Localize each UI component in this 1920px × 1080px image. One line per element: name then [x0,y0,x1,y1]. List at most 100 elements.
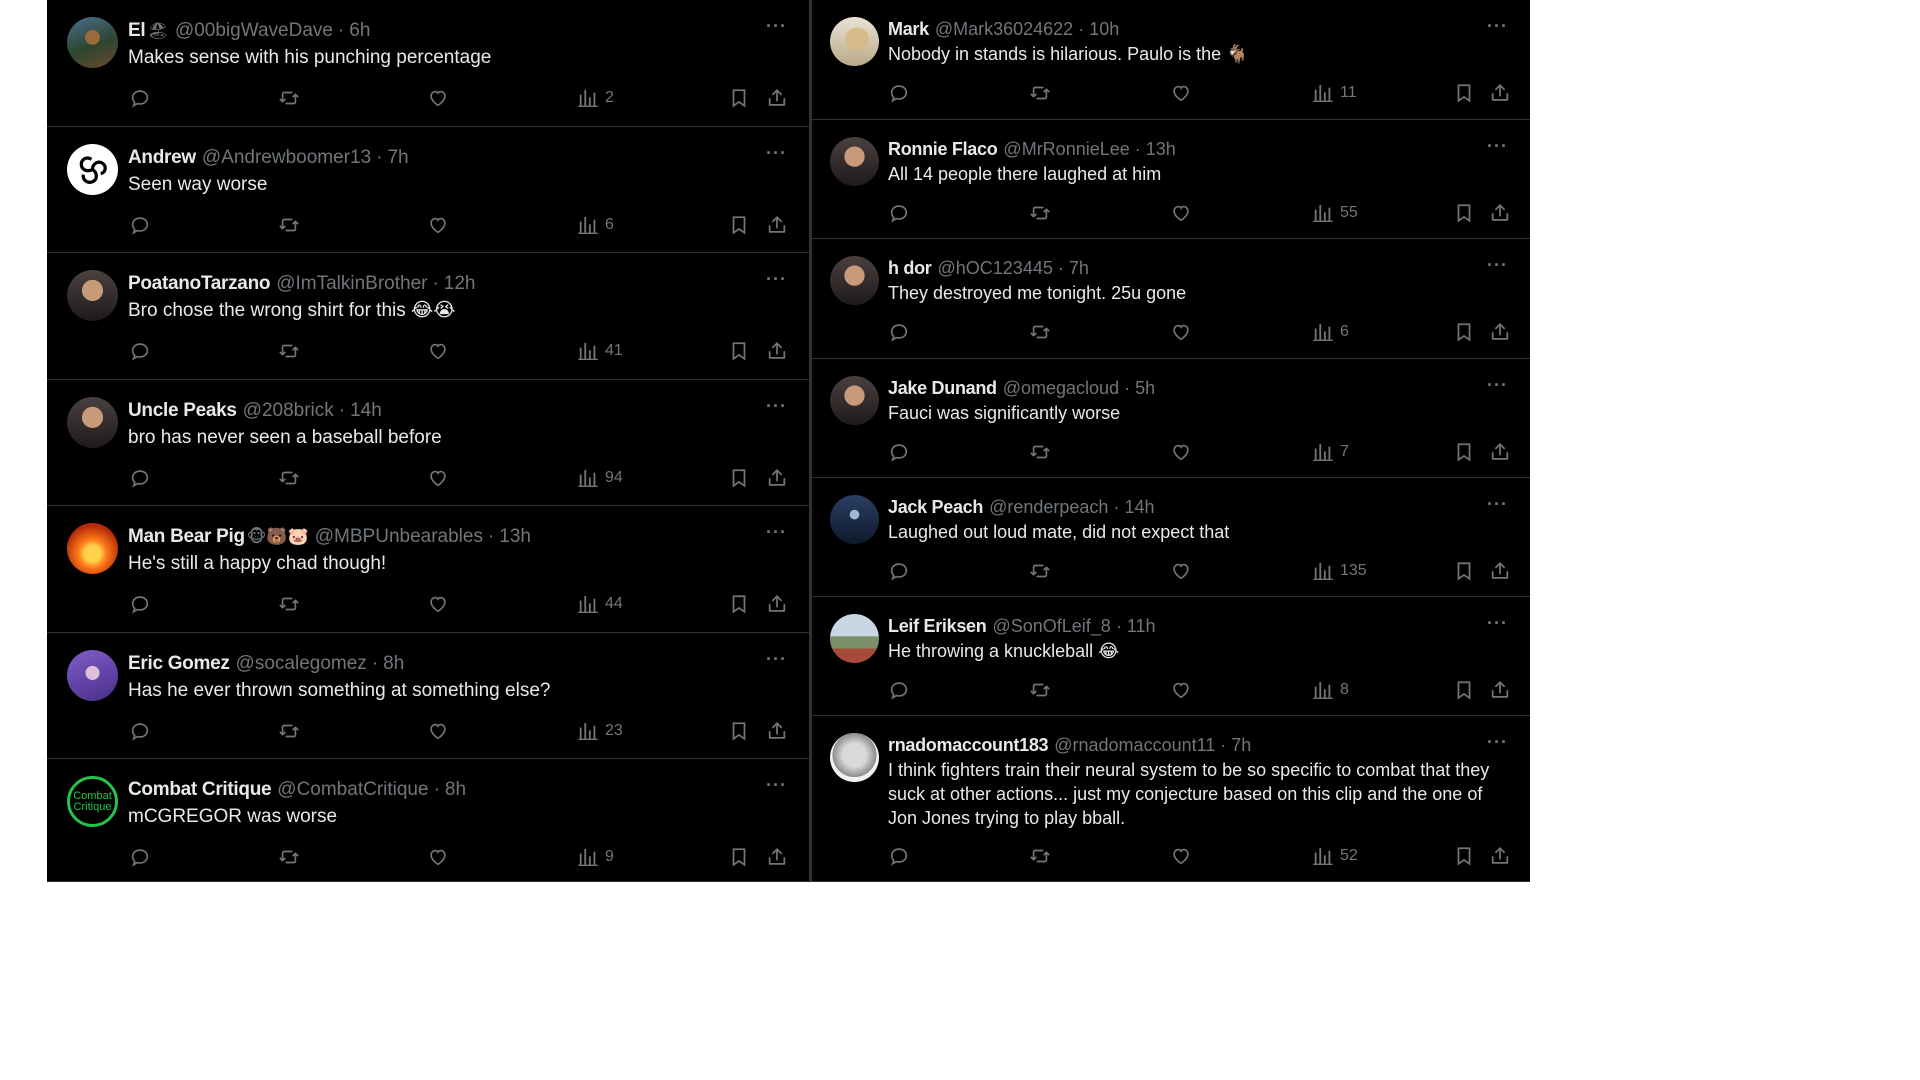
post-time[interactable]: 7h [1231,735,1251,755]
post-time[interactable]: 8h [445,779,466,800]
avatar[interactable] [67,144,118,195]
display-name[interactable]: Uncle Peaks [128,400,237,421]
retweet-icon[interactable] [1027,843,1053,869]
retweet-icon[interactable] [276,844,302,870]
bookmark-icon[interactable] [726,85,752,111]
reply-icon[interactable] [127,85,153,111]
views-icon[interactable] [575,718,601,744]
share-icon[interactable] [764,85,790,111]
views-icon[interactable] [575,465,601,491]
post-time[interactable]: 14h [1124,497,1154,517]
reply-icon[interactable] [886,439,912,465]
share-icon[interactable] [1487,439,1513,465]
bookmark-icon[interactable] [726,465,752,491]
reply-post[interactable]: Andrew @Andrewboomer13 · 7h ··· Seen way wors… [47,127,809,253]
share-icon[interactable] [764,591,790,617]
retweet-icon[interactable] [276,718,302,744]
more-icon[interactable]: ··· [766,143,787,164]
post-time[interactable]: 6h [349,20,370,41]
bookmark-icon[interactable] [1451,319,1477,345]
share-icon[interactable] [1487,319,1513,345]
views-icon[interactable] [1310,439,1336,465]
retweet-icon[interactable] [276,591,302,617]
views-icon[interactable] [1310,80,1336,106]
avatar[interactable] [67,397,118,448]
reply-icon[interactable] [127,844,153,870]
post-time[interactable]: 11h [1127,616,1156,636]
bookmark-icon[interactable] [726,212,752,238]
reply-post[interactable]: PoatanoTarzano @ImTalkinBrother · 12h ··· Bro… [47,253,809,380]
views-icon[interactable] [1310,843,1336,869]
views-icon[interactable] [1310,200,1336,226]
display-name[interactable]: Mark [888,19,929,39]
bookmark-icon[interactable] [726,718,752,744]
views-icon[interactable] [1310,677,1336,703]
reply-post[interactable]: rnadomaccount183 @rnadomaccount11 · 7h ··· I … [812,716,1530,882]
display-name[interactable]: h dor [888,258,932,278]
more-icon[interactable]: ··· [766,522,787,543]
user-handle[interactable]: @ImTalkinBrother [276,273,427,294]
more-icon[interactable]: ··· [1487,255,1508,276]
reply-post[interactable]: El 🏖 @00bigWaveDave · 6h ··· Makes sense with … [47,0,809,127]
display-name[interactable]: Man Bear Pig [128,526,245,547]
more-icon[interactable]: ··· [1487,732,1508,753]
reply-icon[interactable] [886,80,912,106]
display-name[interactable]: Jake Dunand [888,378,997,398]
post-time[interactable]: 8h [383,653,404,674]
bookmark-icon[interactable] [726,844,752,870]
reply-icon[interactable] [886,677,912,703]
reply-post[interactable]: Leif Eriksen @SonOfLeif_8 · 11h ··· He throwi… [812,597,1530,716]
user-handle[interactable]: @SonOfLeif_8 [992,616,1110,636]
display-name[interactable]: Jack Peach [888,497,983,517]
like-icon[interactable] [425,85,451,111]
bookmark-icon[interactable] [1451,843,1477,869]
more-icon[interactable]: ··· [766,16,787,37]
user-handle[interactable]: @hOC123445 [938,258,1053,278]
more-icon[interactable]: ··· [1487,613,1508,634]
avatar[interactable] [830,733,879,782]
avatar[interactable] [67,523,118,574]
like-icon[interactable] [1168,843,1194,869]
avatar[interactable] [830,256,879,305]
display-name[interactable]: rnadomaccount183 [888,735,1049,755]
like-icon[interactable] [1168,439,1194,465]
retweet-icon[interactable] [276,85,302,111]
like-icon[interactable] [1168,677,1194,703]
post-time[interactable]: 7h [387,147,408,168]
user-handle[interactable]: @00bigWaveDave [175,20,333,41]
reply-icon[interactable] [127,212,153,238]
retweet-icon[interactable] [1027,200,1053,226]
share-icon[interactable] [1487,200,1513,226]
bookmark-icon[interactable] [1451,439,1477,465]
user-handle[interactable]: @omegacloud [1003,378,1119,398]
views-icon[interactable] [575,844,601,870]
more-icon[interactable]: ··· [1487,375,1508,396]
reply-icon[interactable] [886,558,912,584]
more-icon[interactable]: ··· [1487,16,1508,37]
post-time[interactable]: 7h [1069,258,1089,278]
like-icon[interactable] [1168,558,1194,584]
avatar[interactable] [830,137,879,186]
more-icon[interactable]: ··· [766,269,787,290]
views-icon[interactable] [1310,319,1336,345]
reply-post[interactable]: Combat Critique Combat Critique @CombatCri… [47,759,809,882]
user-handle[interactable]: @socalegomez [236,653,367,674]
retweet-icon[interactable] [276,338,302,364]
bookmark-icon[interactable] [1451,200,1477,226]
more-icon[interactable]: ··· [1487,494,1508,515]
views-icon[interactable] [575,338,601,364]
retweet-icon[interactable] [1027,80,1053,106]
retweet-icon[interactable] [1027,558,1053,584]
reply-icon[interactable] [127,718,153,744]
display-name[interactable]: Leif Eriksen [888,616,987,636]
reply-post[interactable]: Jack Peach @renderpeach · 14h ··· Laughed out… [812,478,1530,597]
views-icon[interactable] [575,85,601,111]
display-name[interactable]: Eric Gomez [128,653,230,674]
reply-icon[interactable] [127,591,153,617]
user-handle[interactable]: @CombatCritique [277,779,428,800]
bookmark-icon[interactable] [726,591,752,617]
display-name[interactable]: Ronnie Flaco [888,139,998,159]
share-icon[interactable] [764,465,790,491]
post-time[interactable]: 13h [499,526,531,547]
retweet-icon[interactable] [276,212,302,238]
